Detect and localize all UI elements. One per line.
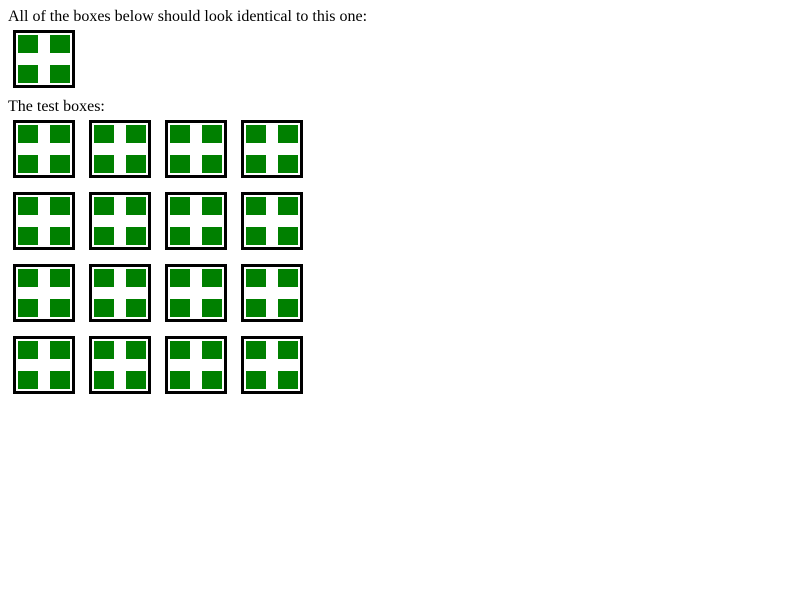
- green-quadrant-bottom-right: [50, 155, 70, 173]
- green-quadrant-top-right: [278, 341, 298, 359]
- green-quadrant-bottom-left: [94, 299, 114, 317]
- green-quadrant-top-left: [94, 197, 114, 215]
- green-quadrant-bottom-right: [126, 155, 146, 173]
- green-quadrant-top-left: [246, 125, 266, 143]
- test-box: [89, 192, 151, 250]
- test-box: [241, 264, 303, 322]
- test-box: [13, 336, 75, 394]
- green-quadrant-bottom-right: [202, 227, 222, 245]
- intro-text: All of the boxes below should look ident…: [8, 8, 368, 25]
- green-quadrant-bottom-left: [170, 299, 190, 317]
- green-quadrant-bottom-right: [202, 371, 222, 389]
- green-quadrant-bottom-left: [18, 299, 38, 317]
- green-quadrant-top-right: [50, 197, 70, 215]
- green-quadrant-top-right: [126, 197, 146, 215]
- green-quadrant-bottom-left: [246, 371, 266, 389]
- green-quadrant-bottom-right: [202, 299, 222, 317]
- green-quadrant-top-right: [50, 341, 70, 359]
- green-quadrant-bottom-right: [278, 371, 298, 389]
- green-quadrant-top-right: [126, 269, 146, 287]
- green-quadrant-bottom-left: [18, 155, 38, 173]
- green-quadrant-top-right: [202, 269, 222, 287]
- test-box: [89, 264, 151, 322]
- green-quadrant-bottom-left: [246, 227, 266, 245]
- test-box: [13, 192, 75, 250]
- green-quadrant-bottom-right: [202, 155, 222, 173]
- green-quadrant-top-right: [50, 35, 70, 53]
- green-quadrant-top-left: [246, 269, 266, 287]
- green-quadrant-top-right: [202, 125, 222, 143]
- green-quadrant-bottom-right: [278, 227, 298, 245]
- green-quadrant-bottom-right: [126, 299, 146, 317]
- green-quadrant-bottom-left: [18, 371, 38, 389]
- test-box: [165, 192, 227, 250]
- green-quadrant-top-right: [202, 197, 222, 215]
- green-quadrant-top-left: [94, 125, 114, 143]
- green-quadrant-top-left: [170, 125, 190, 143]
- test-box: [241, 192, 303, 250]
- green-quadrant-bottom-left: [94, 371, 114, 389]
- green-quadrant-top-right: [50, 125, 70, 143]
- green-quadrant-top-left: [18, 269, 38, 287]
- green-quadrant-bottom-left: [170, 155, 190, 173]
- green-quadrant-top-left: [170, 341, 190, 359]
- green-quadrant-top-right: [126, 341, 146, 359]
- green-quadrant-top-left: [94, 341, 114, 359]
- test-box: [241, 336, 303, 394]
- green-quadrant-bottom-left: [18, 65, 38, 83]
- green-quadrant-bottom-right: [50, 371, 70, 389]
- green-quadrant-top-right: [126, 125, 146, 143]
- green-quadrant-bottom-right: [126, 371, 146, 389]
- green-quadrant-bottom-right: [278, 155, 298, 173]
- test-box: [13, 120, 75, 178]
- green-quadrant-top-right: [278, 125, 298, 143]
- green-quadrant-bottom-right: [50, 227, 70, 245]
- green-quadrant-top-left: [246, 197, 266, 215]
- green-quadrant-bottom-left: [94, 155, 114, 173]
- green-quadrant-bottom-right: [50, 299, 70, 317]
- green-quadrant-top-left: [94, 269, 114, 287]
- green-quadrant-bottom-left: [246, 299, 266, 317]
- test-box: [165, 120, 227, 178]
- green-quadrant-bottom-left: [246, 155, 266, 173]
- test-box: [165, 264, 227, 322]
- reference-box: [13, 30, 75, 88]
- test-box: [165, 336, 227, 394]
- green-quadrant-top-right: [202, 341, 222, 359]
- green-quadrant-bottom-left: [94, 227, 114, 245]
- green-quadrant-top-left: [18, 197, 38, 215]
- green-quadrant-bottom-left: [170, 371, 190, 389]
- green-quadrant-top-left: [170, 197, 190, 215]
- green-quadrant-top-left: [18, 35, 38, 53]
- green-quadrant-bottom-right: [50, 65, 70, 83]
- green-quadrant-top-right: [50, 269, 70, 287]
- green-quadrant-bottom-left: [170, 227, 190, 245]
- green-quadrant-top-right: [278, 269, 298, 287]
- test-boxes-label: The test boxes:: [8, 98, 105, 115]
- green-quadrant-top-left: [18, 125, 38, 143]
- green-quadrant-top-left: [170, 269, 190, 287]
- green-quadrant-bottom-right: [278, 299, 298, 317]
- green-quadrant-top-left: [18, 341, 38, 359]
- green-quadrant-top-left: [246, 341, 266, 359]
- test-box: [13, 264, 75, 322]
- green-quadrant-bottom-right: [126, 227, 146, 245]
- test-box: [89, 336, 151, 394]
- green-quadrant-bottom-left: [18, 227, 38, 245]
- test-box-grid: [13, 120, 313, 400]
- test-box: [89, 120, 151, 178]
- green-quadrant-top-right: [278, 197, 298, 215]
- test-box: [241, 120, 303, 178]
